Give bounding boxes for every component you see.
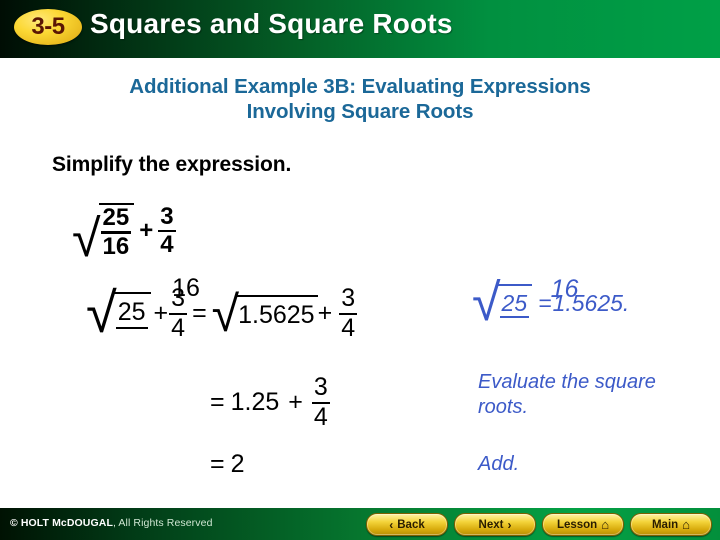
radicand: 25 — [113, 292, 151, 335]
back-button-label: Back — [397, 518, 425, 531]
back-button[interactable]: ‹ Back — [366, 513, 448, 536]
operator-equals: = — [538, 290, 552, 317]
radical-sqrt-fraction: √ 25 — [472, 274, 533, 332]
overlap-artifact-16: 16 — [550, 275, 579, 304]
fraction-numerator: 3 — [313, 373, 328, 401]
lesson-button[interactable]: Lesson ⌂ — [542, 513, 624, 536]
fraction-denominator: 4 — [341, 313, 356, 342]
radicand: 25 — [497, 284, 533, 324]
annotation-note-evaluate: Evaluate the square roots. — [478, 371, 656, 418]
home-icon: ⌂ — [601, 517, 610, 532]
operator-equals: = — [210, 388, 225, 416]
expression-row-step-2: = 1.25 + 3 4 — [210, 373, 330, 431]
fraction-denominator: 16 — [102, 232, 130, 260]
example-heading-line-2: Involving Square Roots — [246, 100, 474, 123]
radical-sign-icon: √ — [472, 274, 501, 332]
radical-sign-icon: √ — [72, 209, 101, 268]
operator-plus: + — [153, 299, 169, 327]
annotation-note-add: Add. — [478, 453, 520, 475]
fraction-25-16: 25 16 — [100, 204, 132, 260]
result-value: 2 — [230, 450, 245, 478]
value-1-25: 1.25 — [230, 388, 280, 416]
fraction-25-16: 25 — [499, 289, 530, 319]
footer-navigation: ‹ Back Next › Lesson ⌂ Main ⌂ — [366, 513, 712, 536]
fraction-numerator: 25 — [501, 289, 528, 316]
fraction-numerator: 3 — [160, 202, 174, 230]
operator-equals: = — [210, 450, 225, 478]
fraction-numerator: 25 — [117, 298, 146, 327]
fraction-bar — [115, 326, 148, 329]
home-icon: ⌂ — [682, 517, 691, 532]
lesson-number-badge: 3-5 — [14, 9, 82, 45]
expression-row-step-1: √ 25 + 16 3 4 = √ 1.5625 + 3 4 — [86, 276, 358, 345]
example-heading: Additional Example 3B: Evaluating Expres… — [0, 74, 720, 124]
next-button-label: Next — [478, 518, 504, 531]
fraction-numerator: 25 — [102, 204, 130, 231]
operator-equals: = — [192, 299, 207, 327]
expression-row-result: = 2 — [210, 450, 245, 479]
value-with-overlap: 16 1.5625. — [551, 277, 630, 317]
fraction-3-4: 3 4 — [339, 284, 358, 342]
fraction-bar — [499, 315, 530, 318]
operator-plus: + — [317, 299, 333, 327]
next-button[interactable]: Next › — [454, 513, 536, 536]
lesson-button-label: Lesson — [556, 518, 598, 531]
expression-row-original: √ 25 16 + 3 4 — [72, 202, 176, 268]
operator-plus: + — [139, 217, 154, 245]
copyright-rest: , All Rights Reserved — [112, 517, 213, 529]
chevron-right-icon: › — [507, 517, 512, 532]
radicand-decimal: 1.5625 — [236, 294, 318, 333]
radical-sqrt-fraction: √ 25 16 — [72, 203, 135, 268]
example-heading-line-1: Additional Example 3B: Evaluating Expres… — [129, 75, 591, 98]
slide-footer-bar: © HOLT McDOUGAL, All Rights Reserved ‹ B… — [0, 508, 720, 540]
radical-sqrt-decimal: √ 1.5625 — [211, 285, 318, 342]
lesson-number-text: 3-5 — [31, 13, 65, 40]
instruction-text: Simplify the expression. — [52, 153, 292, 176]
lesson-title: Squares and Square Roots — [90, 8, 453, 39]
copyright-brand: © HOLT McDOUGAL — [10, 517, 113, 529]
fraction-3-4: 3 4 — [158, 202, 176, 259]
radical-sqrt-fraction: √ 25 — [86, 281, 151, 345]
fraction-denominator: 4 — [313, 402, 328, 431]
fraction-3-4: 3 4 — [311, 373, 330, 431]
fraction-denominator: 4 — [171, 313, 186, 342]
copyright-text: © HOLT McDOUGAL, All Rights Reserved — [10, 517, 213, 529]
fraction-numerator: 3 — [341, 284, 356, 312]
annotation-expression: √ 25 = 16 1.5625. — [472, 274, 630, 332]
radical-sign-icon: √ — [86, 281, 117, 345]
fraction-25-16: 25 — [115, 298, 148, 330]
fraction-denominator: 4 — [160, 231, 174, 259]
overlap-artifact-16: 16 — [172, 274, 200, 302]
main-button-label: Main — [651, 518, 679, 531]
radical-sign-icon: √ — [211, 285, 240, 342]
chevron-left-icon: ‹ — [389, 517, 394, 532]
slide-header-bar: 3-5 Squares and Square Roots — [0, 0, 720, 58]
fraction-3-4-with-overlap: 16 3 4 — [169, 276, 200, 342]
radicand: 25 16 — [98, 203, 135, 260]
operator-plus: + — [288, 388, 303, 416]
main-button[interactable]: Main ⌂ — [630, 513, 712, 536]
